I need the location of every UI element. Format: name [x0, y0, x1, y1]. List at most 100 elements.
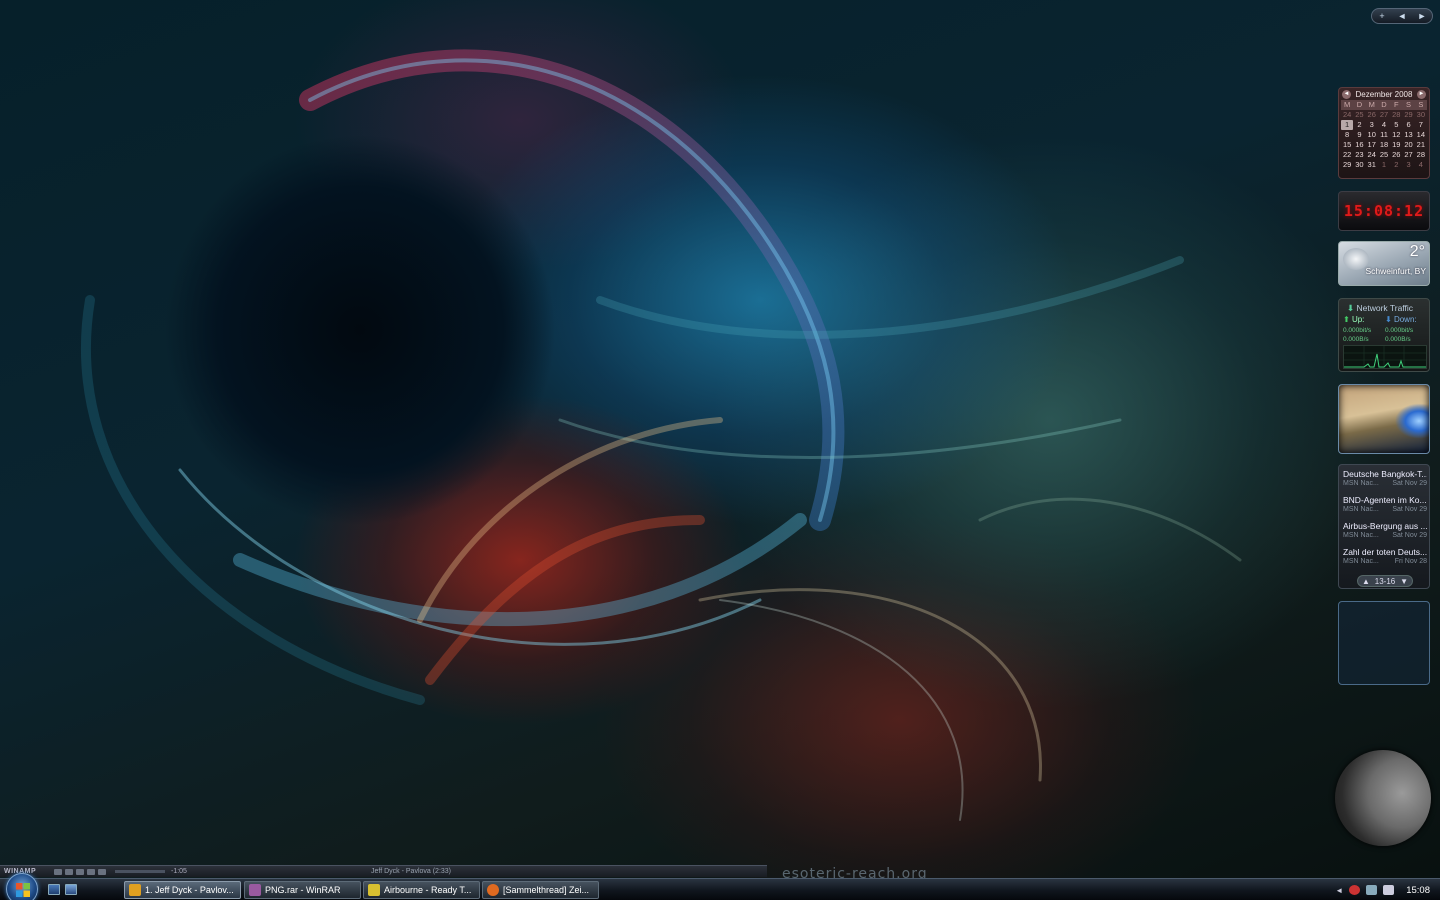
network-tray-icon[interactable]: [1366, 885, 1378, 895]
calendar-previous-month-icon[interactable]: ◄: [1342, 89, 1351, 99]
clock-time: 15:08:12: [1343, 202, 1425, 220]
play-icon[interactable]: [65, 868, 73, 875]
notification-area: ◄ 15:08: [1330, 879, 1440, 900]
calendar-day[interactable]: 15: [1341, 140, 1353, 150]
calendar-day[interactable]: 3: [1402, 160, 1414, 170]
next-page-button[interactable]: ►: [1415, 11, 1429, 21]
winamp-time: -1:05: [171, 868, 187, 875]
clock-gadget[interactable]: 15:08:12: [1338, 191, 1430, 231]
news-title: BND-Agenten im Ko...: [1343, 495, 1427, 505]
taskbar-button-label: Airbourne - Ready T...: [384, 885, 472, 895]
calendar-day[interactable]: 24: [1366, 150, 1378, 160]
news-item[interactable]: Airbus-Bergung aus ... MSN Nac... Sat Nov…: [1343, 521, 1427, 547]
news-item[interactable]: Deutsche Bangkok-T... MSN Nac... Sat Nov …: [1343, 469, 1427, 495]
calendar-day[interactable]: 3: [1366, 120, 1378, 130]
pause-icon[interactable]: [76, 868, 84, 875]
calendar-day[interactable]: 26: [1390, 150, 1402, 160]
calendar-day[interactable]: 25: [1378, 150, 1390, 160]
news-date: Fri Nov 28: [1394, 558, 1427, 565]
calendar-day[interactable]: 14: [1415, 130, 1427, 140]
calendar-day[interactable]: 30: [1415, 110, 1427, 120]
calendar-weekday: M: [1365, 100, 1378, 110]
calendar-day[interactable]: 19: [1390, 140, 1402, 150]
calendar-day[interactable]: 1: [1378, 160, 1390, 170]
calendar-next-month-icon[interactable]: ►: [1416, 89, 1426, 99]
calendar-day[interactable]: 30: [1353, 160, 1365, 170]
network-up-bits: 0.000bit/s: [1343, 327, 1372, 334]
calendar-day[interactable]: 25: [1353, 110, 1365, 120]
calendar-day-today[interactable]: 1: [1341, 120, 1354, 130]
calendar-day[interactable]: 24: [1341, 110, 1353, 120]
taskbar-button-firefox[interactable]: [Sammelthread] Zei...: [482, 881, 599, 899]
tray-app-icon[interactable]: [1349, 885, 1361, 895]
calendar-day[interactable]: 2: [1353, 120, 1365, 130]
previous-icon[interactable]: [54, 868, 62, 875]
calendar-day[interactable]: 5: [1390, 120, 1402, 130]
calendar-day[interactable]: 27: [1402, 150, 1414, 160]
winamp-seek-bar[interactable]: [115, 870, 165, 873]
news-date: Sat Nov 29: [1392, 506, 1427, 513]
calendar-day[interactable]: 10: [1366, 130, 1378, 140]
next-icon[interactable]: [98, 868, 106, 875]
calendar-day[interactable]: 22: [1341, 150, 1353, 160]
taskbar-button-winrar[interactable]: PNG.rar - WinRAR: [244, 881, 361, 899]
news-item[interactable]: BND-Agenten im Ko... MSN Nac... Sat Nov 2…: [1343, 495, 1427, 521]
calendar-grid: M D M D F S S 24 25 26 27 28 29 30 1 2 3…: [1339, 100, 1429, 170]
calendar-day[interactable]: 29: [1402, 110, 1414, 120]
taskbar-button-folder[interactable]: Airbourne - Ready T...: [363, 881, 480, 899]
empty-gadget[interactable]: [1338, 601, 1430, 685]
winrar-icon: [249, 884, 261, 896]
calendar-day[interactable]: 18: [1378, 140, 1390, 150]
calendar-day[interactable]: 29: [1341, 160, 1353, 170]
calendar-day[interactable]: 31: [1366, 160, 1378, 170]
moon-phase-gadget[interactable]: [1335, 750, 1431, 846]
taskbar-button-winamp[interactable]: 1. Jeff Dyck - Pavlov...: [124, 881, 241, 899]
network-traffic-gadget[interactable]: ⬇ Network Traffic ⬆ Up: ⬇ Down: 0.000bit…: [1338, 298, 1430, 372]
news-source: MSN Nac...: [1343, 532, 1379, 539]
slideshow-gadget[interactable]: [1338, 384, 1430, 454]
calendar-gadget[interactable]: ◄ Dezember 2008 ► M D M D F S S 24 25 26…: [1338, 87, 1430, 179]
calendar-day[interactable]: 6: [1402, 120, 1414, 130]
news-next-icon[interactable]: ▼: [1400, 577, 1408, 586]
calendar-day[interactable]: 13: [1402, 130, 1414, 140]
calendar-day[interactable]: 26: [1366, 110, 1378, 120]
calendar-day[interactable]: 16: [1353, 140, 1365, 150]
calendar-day[interactable]: 9: [1353, 130, 1365, 140]
calendar-day[interactable]: 21: [1415, 140, 1427, 150]
calendar-day[interactable]: 11: [1378, 130, 1390, 140]
calendar-day[interactable]: 27: [1378, 110, 1390, 120]
start-button[interactable]: [6, 873, 38, 900]
calendar-day[interactable]: 7: [1415, 120, 1427, 130]
news-item[interactable]: Zahl der toten Deuts... MSN Nac... Fri No…: [1343, 547, 1427, 573]
calendar-day[interactable]: 28: [1415, 150, 1427, 160]
weather-gadget[interactable]: 2° Schweinfurt, BY: [1338, 241, 1430, 286]
previous-page-button[interactable]: ◄: [1395, 11, 1409, 21]
calendar-day[interactable]: 8: [1341, 130, 1353, 140]
news-date: Sat Nov 29: [1392, 532, 1427, 539]
calendar-day[interactable]: 28: [1390, 110, 1402, 120]
news-title: Zahl der toten Deuts...: [1343, 547, 1427, 557]
news-previous-icon[interactable]: ▲: [1362, 577, 1370, 586]
sidebar-controls: + ◄ ►: [1371, 8, 1433, 24]
network-up-bytes: 0.000B/s: [1343, 336, 1369, 343]
news-pager: ▲ 13-16 ▼: [1357, 575, 1413, 587]
news-page-range: 13-16: [1374, 576, 1396, 586]
add-gadget-button[interactable]: +: [1375, 11, 1389, 21]
calendar-weekday: D: [1353, 100, 1366, 110]
calendar-day[interactable]: 17: [1366, 140, 1378, 150]
taskbar-clock[interactable]: 15:08: [1406, 885, 1430, 896]
calendar-day[interactable]: 23: [1353, 150, 1365, 160]
calendar-day[interactable]: 4: [1378, 120, 1390, 130]
switch-windows-icon[interactable]: [65, 884, 77, 895]
calendar-day[interactable]: 12: [1390, 130, 1402, 140]
calendar-day[interactable]: 4: [1415, 160, 1427, 170]
tray-expand-icon[interactable]: ◄: [1335, 886, 1343, 895]
volume-icon[interactable]: [1383, 885, 1395, 895]
stop-icon[interactable]: [87, 868, 95, 875]
show-desktop-icon[interactable]: [48, 884, 60, 895]
upload-arrow-icon: ⬆: [1343, 315, 1352, 324]
calendar-weekday: M: [1341, 100, 1354, 110]
winamp-bar[interactable]: WINAMP -1:05 Jeff Dyck - Pavlova (2:33): [0, 865, 767, 877]
calendar-day[interactable]: 20: [1402, 140, 1414, 150]
calendar-day[interactable]: 2: [1390, 160, 1402, 170]
